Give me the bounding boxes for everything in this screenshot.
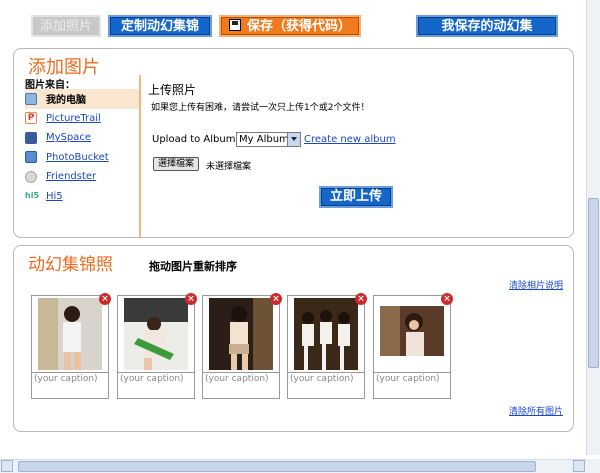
thumbnail-frame[interactable]: × [287,293,367,373]
scroll-right-icon[interactable] [573,460,585,472]
thumbnail-frame[interactable]: × [117,293,197,373]
save-get-code-button[interactable]: 保存（获得代码） [219,15,361,37]
thumbnail-item[interactable]: × (your caption) [117,293,197,399]
source-item-hi5[interactable]: hi5 Hi5 [25,187,139,207]
delete-icon[interactable]: × [185,293,197,305]
top-toolbar: 添加照片 定制动幻集锦 保存（获得代码） 我保存的动幻集 [0,13,586,39]
vertical-scroll-thumb[interactable] [588,198,599,368]
caption-field[interactable]: (your caption) [31,372,109,399]
caption-field[interactable]: (your caption) [373,372,451,399]
choose-file-button[interactable]: 選擇檔案 [153,157,200,171]
picturetrail-icon: P [25,112,37,125]
create-new-album-link[interactable]: Create new album [304,134,396,145]
save-label: 保存（获得代码） [246,19,351,34]
sidebar-divider [139,75,141,237]
scrollbar-corner [586,459,600,473]
file-status: 未選擇檔案 [206,162,252,172]
thumbnail-frame[interactable]: × [202,293,282,373]
slideshow-panel: 动幻集锦照 拖动图片重新排序 清除相片说明 × (your caption) ×… [13,245,574,432]
photo-thumbnail [38,298,102,370]
photo-thumbnail [380,298,444,370]
caption-field[interactable]: (your caption) [202,372,280,399]
delete-icon[interactable]: × [99,293,111,305]
photobucket-icon [25,151,37,164]
clear-all-images-link[interactable]: 清除所有图片 [509,404,563,417]
source-label[interactable]: 我的电脑 [46,91,86,106]
friendster-icon [25,170,37,183]
upload-now-button[interactable]: 立即上传 [319,186,393,208]
source-item-my-computer[interactable]: 我的电脑 [25,89,139,109]
thumbnail-strip: × (your caption) × (your caption) × (you… [31,293,461,399]
caption-field[interactable]: (your caption) [287,372,365,399]
horizontal-scroll-thumb[interactable] [18,461,536,472]
thumbnail-item[interactable]: × (your caption) [31,293,111,399]
upload-title: 上传照片 [148,83,197,97]
horizontal-scrollbar[interactable] [0,459,586,473]
album-select[interactable]: My Album [236,132,301,147]
caption-field[interactable]: (your caption) [117,372,195,399]
source-label[interactable]: PhotoBucket [46,152,109,163]
photo-thumbnail [124,298,188,370]
photo-thumbnail [294,298,358,370]
source-item-photobucket[interactable]: PhotoBucket [25,148,139,168]
source-label[interactable]: Hi5 [46,191,63,202]
thumbnail-item[interactable]: × (your caption) [373,293,453,399]
my-saved-slideshows-button[interactable]: 我保存的动幻集 [416,15,558,37]
delete-icon[interactable]: × [355,293,367,305]
slideshow-title: 动幻集锦照 [28,255,113,275]
computer-icon [25,92,37,105]
thumbnail-frame[interactable]: × [31,293,111,373]
hi5-icon: hi5 [25,191,40,201]
add-images-panel: 添加图片 图片来自： 我的电脑 P PictureTrail MySpace P… [13,48,574,238]
source-label[interactable]: MySpace [46,132,91,143]
source-item-myspace[interactable]: MySpace [25,128,139,148]
chevron-down-icon[interactable] [287,133,300,146]
thumbnail-item[interactable]: × (your caption) [287,293,367,399]
myspace-icon [25,131,37,144]
thumbnail-item[interactable]: × (your caption) [202,293,282,399]
source-label[interactable]: Friendster [46,171,96,182]
vertical-scrollbar[interactable] [586,0,600,455]
upload-note: 如果您上传有困难，请尝试一次只上传1个或2个文件！ [151,103,370,113]
album-selected-value: My Album [239,134,289,145]
floppy-disk-icon [228,19,241,31]
delete-icon[interactable]: × [441,293,453,305]
delete-icon[interactable]: × [270,293,282,305]
add-photo-button[interactable]: 添加照片 [31,15,101,37]
source-label[interactable]: PictureTrail [46,113,101,124]
drag-hint: 拖动图片重新排序 [149,260,237,273]
photo-thumbnail [209,298,273,370]
clear-descriptions-link[interactable]: 清除相片说明 [509,278,563,291]
scroll-left-icon[interactable] [1,460,13,472]
album-label: Upload to Album: [152,134,239,145]
source-item-friendster[interactable]: Friendster [25,167,139,187]
thumbnail-frame[interactable]: × [373,293,453,373]
source-item-picturetrail[interactable]: P PictureTrail [25,109,139,129]
customize-slideshow-button[interactable]: 定制动幻集锦 [108,15,212,37]
source-list: 我的电脑 P PictureTrail MySpace PhotoBucket … [25,89,139,206]
